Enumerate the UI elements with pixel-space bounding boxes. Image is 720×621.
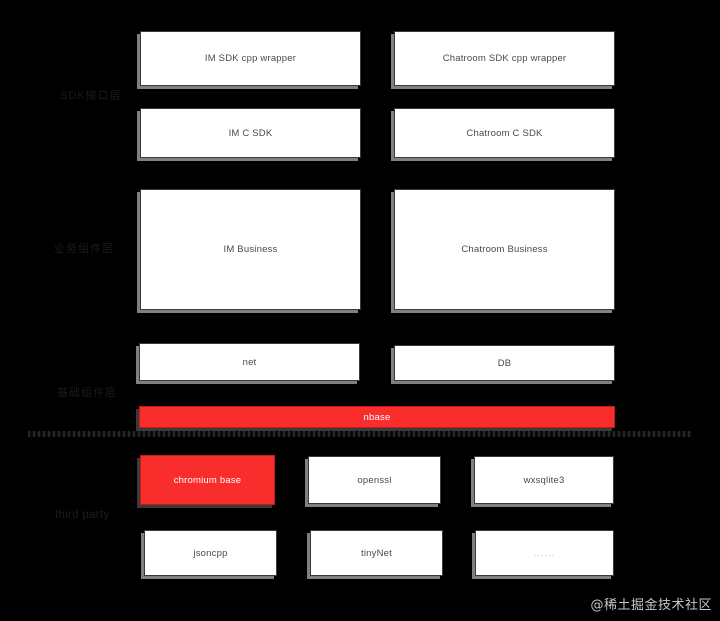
box-im-c-sdk[interactable]: IM C SDK (140, 108, 361, 158)
layer-label-third-party: third party (55, 509, 110, 521)
box-db[interactable]: DB (394, 345, 615, 381)
layer-label-base: 基础组件层 (57, 387, 117, 399)
box-chatroom-sdk-cpp-wrapper[interactable]: Chatroom SDK cpp wrapper (394, 31, 615, 86)
box-chatroom-business[interactable]: Chatroom Business (394, 189, 615, 310)
box-chromium-base[interactable]: chromium base (140, 455, 275, 505)
watermark: @稀土掘金技术社区 (590, 598, 712, 613)
box-im-business[interactable]: IM Business (140, 189, 361, 310)
box-openssl[interactable]: openssl (308, 456, 441, 504)
box-wxsqlite3[interactable]: wxsqlite3 (474, 456, 614, 504)
layer-label-business: 业务组件层 (54, 243, 114, 255)
box-more[interactable]: ...... (475, 530, 614, 576)
box-tinynet[interactable]: tinyNet (310, 530, 443, 576)
box-im-sdk-cpp-wrapper[interactable]: IM SDK cpp wrapper (140, 31, 361, 86)
box-net[interactable]: net (139, 343, 360, 381)
layer-label-sdk: SDK接口层 (60, 90, 122, 102)
layer-divider (28, 431, 692, 437)
box-chatroom-c-sdk[interactable]: Chatroom C SDK (394, 108, 615, 158)
box-jsoncpp[interactable]: jsoncpp (144, 530, 277, 576)
box-nbase[interactable]: nbase (139, 406, 615, 428)
